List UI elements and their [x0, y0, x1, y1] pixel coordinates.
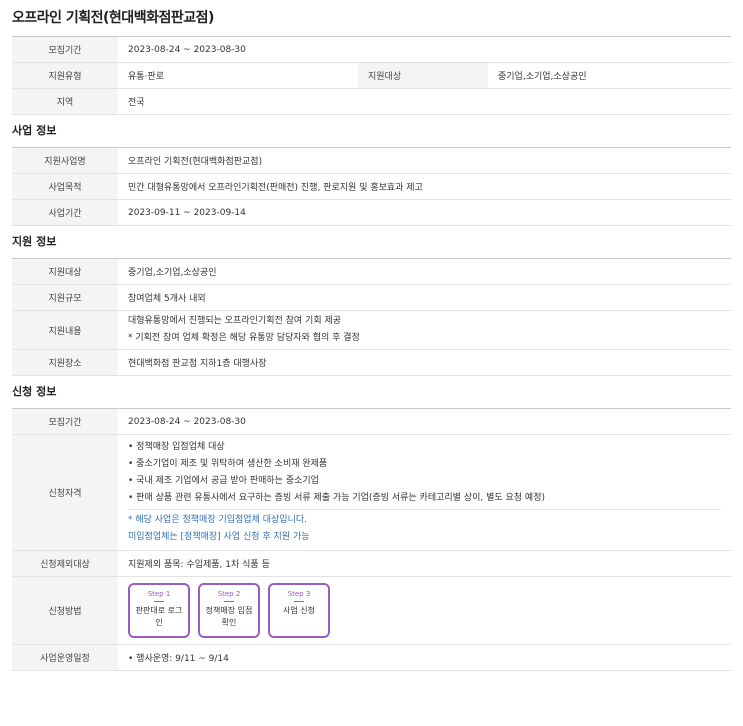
table-row: 모집기간 2023-08-24 ~ 2023-08-30 — [12, 408, 731, 435]
table-row: 지원유형 유통·판로 지원대상 중기업,소기업,소상공인 — [12, 62, 731, 89]
support-target-label: 지원대상 — [12, 258, 118, 285]
qualification-note: * 해당 사업은 정책매장 기입점업체 대상입니다. — [128, 515, 307, 525]
method-cell: Step 1 판판대로 로그인 Step 2 정책매장 입점확인 Step 3 … — [118, 576, 731, 645]
table-row: 지원대상 중기업,소기업,소상공인 — [12, 258, 731, 285]
step-divider — [224, 601, 234, 602]
step-text: 정책매장 입점확인 — [205, 606, 253, 627]
support-scale-label: 지원규모 — [12, 284, 118, 311]
business-period-value: 2023-09-11 ~ 2023-09-14 — [118, 199, 731, 226]
type-value: 유통·판로 — [118, 62, 358, 89]
table-row: 신청자격 • 정책매장 입점업체 대상 • 중소기업이 제조 및 위탁하여 생산… — [12, 434, 731, 551]
period-value: 2023-08-24 ~ 2023-08-30 — [118, 36, 731, 63]
support-target-value: 중기업,소기업,소상공인 — [118, 258, 731, 285]
schedule-value: • 행사운영: 9/11 ~ 9/14 — [118, 644, 731, 671]
business-name-value: 오프라인 기획전(현대백화점판교점) — [118, 147, 731, 174]
exclude-value: 지원제외 품목: 수입제품, 1차 식품 등 — [118, 550, 731, 577]
region-value: 전국 — [118, 88, 731, 115]
apply-period-label: 모집기간 — [12, 408, 118, 435]
step-number: Step 3 — [287, 590, 311, 598]
target-label: 지원대상 — [358, 62, 488, 89]
step-divider — [294, 601, 304, 602]
table-row: 신청제외대상 지원제외 품목: 수입제품, 1차 식품 등 — [12, 550, 731, 577]
business-name-label: 지원사업명 — [12, 147, 118, 174]
step-text: 판판대로 로그인 — [135, 606, 183, 627]
business-period-label: 사업기간 — [12, 199, 118, 226]
support-place-label: 지원장소 — [12, 349, 118, 376]
table-row: 지원장소 현대백화점 판교점 지하1층 대행사장 — [12, 349, 731, 376]
step-card: Step 2 정책매장 입점확인 — [198, 583, 260, 638]
page-title: 오프라인 기획전(현대백화점판교점) — [12, 10, 214, 26]
apply-period-value: 2023-08-24 ~ 2023-08-30 — [118, 408, 731, 435]
support-scale-value: 참여업체 5개사 내외 — [118, 284, 731, 311]
table-row: 사업목적 민간 대형유통망에서 오프라인기획전(판매전) 진행, 판로지원 및 … — [12, 173, 731, 200]
support-content-label: 지원내용 — [12, 310, 118, 350]
table-row: 사업운영일정 • 행사운영: 9/11 ~ 9/14 — [12, 644, 731, 671]
schedule-label: 사업운영일정 — [12, 644, 118, 671]
table-row: 지역 전국 — [12, 88, 731, 115]
step-divider — [154, 601, 164, 602]
qualification-cell: • 정책매장 입점업체 대상 • 중소기업이 제조 및 위탁하여 생산한 소비재… — [118, 434, 731, 551]
table-row: 지원사업명 오프라인 기획전(현대백화점판교점) — [12, 147, 731, 174]
table-row: 신청방법 Step 1 판판대로 로그인 Step 2 정책매장 입점확인 St… — [12, 576, 731, 645]
step-card: Step 1 판판대로 로그인 — [128, 583, 190, 638]
type-label: 지원유형 — [12, 62, 118, 89]
target-value: 중기업,소기업,소상공인 — [488, 62, 731, 89]
step-number: Step 1 — [147, 590, 171, 598]
apply-section-title: 신청 정보 — [12, 385, 57, 398]
period-label: 모집기간 — [12, 36, 118, 63]
region-label: 지역 — [12, 88, 118, 115]
table-row: 지원내용 대형유통망에서 진행되는 오프라인기획전 참여 기회 제공 * 기획전… — [12, 310, 731, 350]
business-purpose-label: 사업목적 — [12, 173, 118, 200]
support-content-line: 대형유통망에서 진행되는 오프라인기획전 참여 기회 제공 — [128, 316, 342, 326]
support-section-title: 지원 정보 — [12, 235, 57, 248]
business-section-title: 사업 정보 — [12, 124, 57, 137]
qualification-item: • 중소기업이 제조 및 위탁하여 생산한 소비재 완제품 — [128, 459, 328, 469]
table-row: 지원규모 참여업체 5개사 내외 — [12, 284, 731, 311]
qualification-label: 신청자격 — [12, 434, 118, 551]
business-purpose-value: 민간 대형유통망에서 오프라인기획전(판매전) 진행, 판로지원 및 홍보효과 … — [118, 173, 731, 200]
method-label: 신청방법 — [12, 576, 118, 645]
support-place-value: 현대백화점 판교점 지하1층 대행사장 — [118, 349, 731, 376]
qualification-item: • 판매 상품 관련 유통사에서 요구하는 증빙 서류 제출 가능 기업(증빙 … — [128, 493, 546, 503]
step-card: Step 3 사업 신청 — [268, 583, 330, 638]
table-row: 모집기간 2023-08-24 ~ 2023-08-30 — [12, 36, 731, 63]
step-text: 사업 신청 — [283, 606, 315, 615]
support-table: 지원대상 중기업,소기업,소상공인 지원규모 참여업체 5개사 내외 지원내용 … — [12, 258, 731, 376]
qualification-item: • 국내 제조 기업에서 공급 받아 판매하는 중소기업 — [128, 476, 319, 486]
support-content-note: * 기획전 참여 업체 확정은 해당 유통망 담당자와 협의 후 결정 — [128, 333, 360, 343]
qualification-divider — [128, 509, 721, 510]
apply-table: 모집기간 2023-08-24 ~ 2023-08-30 신청자격 • 정책매장… — [12, 408, 731, 671]
business-table: 지원사업명 오프라인 기획전(현대백화점판교점) 사업목적 민간 대형유통망에서… — [12, 147, 731, 226]
step-number: Step 2 — [217, 590, 241, 598]
qualification-note: 미입점업체는 [정책매장] 사업 신청 후 지원 가능 — [128, 532, 310, 542]
support-content-cell: 대형유통망에서 진행되는 오프라인기획전 참여 기회 제공 * 기획전 참여 업… — [118, 310, 731, 350]
step-list: Step 1 판판대로 로그인 Step 2 정책매장 입점확인 Step 3 … — [128, 577, 721, 644]
exclude-label: 신청제외대상 — [12, 550, 118, 577]
summary-table: 모집기간 2023-08-24 ~ 2023-08-30 지원유형 유통·판로 … — [12, 36, 731, 115]
table-row: 사업기간 2023-09-11 ~ 2023-09-14 — [12, 199, 731, 226]
qualification-item: • 정책매장 입점업체 대상 — [128, 442, 225, 452]
